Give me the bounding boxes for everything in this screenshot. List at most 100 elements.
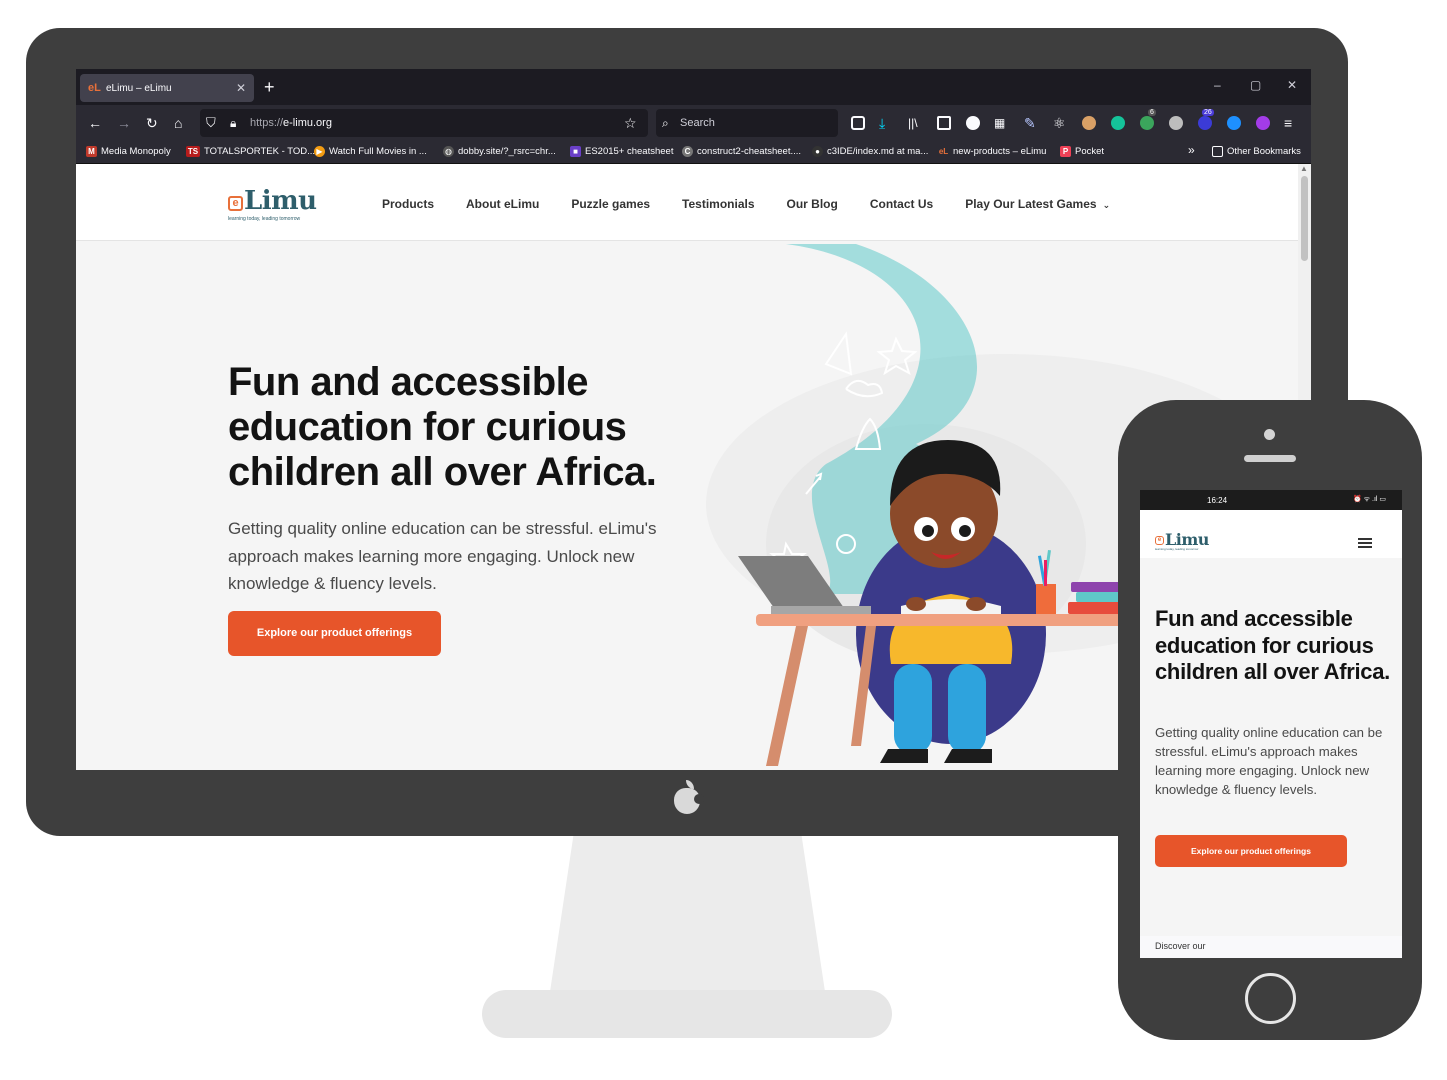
logo-e-mark: e: [1155, 536, 1164, 545]
sidebar-icon[interactable]: [937, 116, 951, 130]
pocket-icon: P: [1060, 146, 1071, 157]
bookmark-icon: TS: [186, 146, 200, 157]
nav-about[interactable]: About eLimu: [466, 197, 539, 211]
extension-face-icon[interactable]: [1082, 116, 1096, 130]
bookmark-totalsportek[interactable]: TS TOTALSPORTEK - TOD...: [186, 146, 315, 157]
nav-latest-games[interactable]: Play Our Latest Games ⌄: [965, 197, 1110, 211]
url-text[interactable]: https://e-limu.org: [250, 117, 332, 129]
grammarly-icon[interactable]: [1111, 116, 1125, 130]
status-icons: ⏰ ᯤ .ıl ▭: [1353, 496, 1386, 503]
downloads-icon[interactable]: ⤓: [879, 115, 885, 131]
apple-logo-bite: [694, 794, 704, 804]
globe-icon: ◍: [443, 146, 454, 157]
forward-arrow-icon[interactable]: →: [117, 115, 131, 131]
extension-badge: 6: [1148, 109, 1156, 116]
main-navigation: Products About eLimu Puzzle games Testim…: [382, 197, 1142, 211]
bookmark-media-monopoly[interactable]: M Media Monopoly: [86, 146, 171, 157]
discover-heading: Discover our: [1155, 941, 1206, 951]
search-placeholder: Search: [680, 117, 715, 129]
nav-puzzle-games[interactable]: Puzzle games: [571, 197, 650, 211]
search-bar[interactable]: ⌕ Search: [656, 109, 838, 137]
bookmark-dobby[interactable]: ◍ dobby.site/?_rsrc=chr...: [443, 146, 556, 157]
mobile-site-header: e Limu learning today, leading tomorrow: [1140, 510, 1402, 558]
extension-k-icon[interactable]: [1169, 116, 1183, 130]
scrollbar-thumb[interactable]: [1301, 176, 1308, 261]
extension-pen-icon[interactable]: ✎: [1024, 115, 1036, 131]
phone-status-bar: 16:24 ⏰ ᯤ .ıl ▭: [1140, 490, 1402, 510]
bookmark-new-products[interactable]: eL new-products – eLimu: [938, 146, 1047, 157]
padlock-icon[interactable]: 🔒︎: [230, 115, 236, 131]
other-bookmarks[interactable]: Other Bookmarks: [1212, 146, 1301, 157]
browser-tab-active[interactable]: eL eLimu – eLimu ✕: [80, 74, 254, 102]
nav-blog[interactable]: Our Blog: [787, 197, 838, 211]
bookmarks-overflow-chevron[interactable]: »: [1188, 143, 1195, 157]
tracking-shield-icon[interactable]: ⛉: [206, 115, 216, 131]
browser-tab-bar: eL eLimu – eLimu ✕ + – ▢ ✕: [76, 69, 1311, 105]
bookmark-icon: ▶: [314, 146, 325, 157]
close-window-button[interactable]: ✕: [1287, 78, 1297, 92]
extension-m-icon[interactable]: [966, 116, 980, 130]
device-mockup-composition: eL eLimu – eLimu ✕ + – ▢ ✕ ← → ↻ ⌂ ⛉ 🔒︎ …: [0, 0, 1447, 1080]
restore-window-button[interactable]: ▢: [1250, 78, 1261, 92]
extension-arrow-icon[interactable]: [1227, 116, 1241, 130]
bookmark-star-icon[interactable]: ☆: [624, 115, 637, 131]
bookmark-icon: ■: [570, 146, 581, 157]
explore-products-button[interactable]: Explore our product offerings: [228, 611, 441, 656]
browser-navigation-bar: ← → ↻ ⌂ ⛉ 🔒︎ https://e-limu.org ☆ ⌕ Sear…: [76, 105, 1311, 141]
extension-purple-icon[interactable]: [1198, 116, 1212, 130]
bookmark-icon: M: [86, 146, 97, 157]
new-tab-button[interactable]: +: [264, 77, 275, 97]
elimu-favicon-icon: eL: [88, 82, 101, 94]
tab-close-icon[interactable]: ✕: [236, 81, 246, 95]
site-header: e Limu learning today, leading tomorrow …: [76, 164, 1298, 241]
nav-testimonials[interactable]: Testimonials: [682, 197, 754, 211]
minimize-window-button[interactable]: –: [1214, 78, 1221, 92]
extension-grid-icon[interactable]: ▦: [994, 115, 1005, 131]
nav-products[interactable]: Products: [382, 197, 434, 211]
chevron-down-icon: ⌄: [1102, 200, 1111, 210]
github-icon: ●: [812, 146, 823, 157]
mobile-explore-products-button[interactable]: Explore our product offerings: [1155, 835, 1347, 867]
monitor-stand-base: [482, 990, 892, 1038]
elimu-logo[interactable]: e Limu learning today, leading tomorrow: [228, 186, 328, 222]
scroll-up-arrow-icon[interactable]: ▲: [1300, 164, 1308, 173]
home-icon[interactable]: ⌂: [174, 115, 182, 131]
bookmark-c3ide[interactable]: ● c3IDE/index.md at ma...: [812, 146, 928, 157]
extension-shield-icon[interactable]: [1140, 116, 1154, 130]
tab-title: eLimu – eLimu: [106, 82, 172, 94]
nav-latest-games-label: Play Our Latest Games: [965, 197, 1097, 211]
elimu-favicon-icon: eL: [938, 147, 949, 156]
mobile-hero-heading: Fun and accessible education for curious…: [1155, 606, 1390, 684]
extension-react-icon[interactable]: ⚛: [1053, 115, 1066, 131]
folder-icon: [1212, 146, 1223, 157]
nav-contact[interactable]: Contact Us: [870, 197, 933, 211]
pocket-icon[interactable]: [851, 116, 865, 130]
discover-section: Discover our: [1140, 936, 1402, 958]
status-time: 16:24: [1207, 496, 1228, 505]
library-icon[interactable]: ||\: [908, 115, 918, 131]
logo-tagline: learning today, leading tomorrow: [1155, 547, 1199, 551]
menu-hamburger-icon[interactable]: ≡: [1284, 115, 1292, 131]
reload-icon[interactable]: ↻: [146, 115, 158, 131]
bookmark-watch-movies[interactable]: ▶ Watch Full Movies in ...: [314, 146, 427, 157]
back-arrow-icon[interactable]: ←: [88, 115, 102, 131]
bookmark-icon: C: [682, 146, 693, 157]
mobile-elimu-logo[interactable]: e Limu learning today, leading tomorrow: [1155, 530, 1215, 552]
bookmark-es2015[interactable]: ■ ES2015+ cheatsheet: [570, 146, 673, 157]
phone-home-button[interactable]: [1245, 973, 1296, 1024]
logo-wordmark: Limu: [244, 186, 317, 216]
phone-screen: 16:24 ⏰ ᯤ .ıl ▭ e Limu learning today, l…: [1140, 490, 1402, 958]
extension-badge-count: 26: [1202, 109, 1214, 116]
phone-camera: [1264, 429, 1275, 440]
hero-heading: Fun and accessible education for curious…: [228, 360, 657, 494]
bookmark-pocket[interactable]: P Pocket: [1060, 146, 1104, 157]
hamburger-menu-icon[interactable]: [1358, 538, 1372, 548]
bookmark-construct2[interactable]: Cconstruct2-cheatsheet....: [682, 146, 801, 157]
search-icon: ⌕: [662, 116, 669, 130]
logo-e-mark: e: [228, 196, 243, 211]
logo-tagline: learning today, leading tomorrow: [228, 216, 301, 222]
url-bar[interactable]: ⛉ 🔒︎ https://e-limu.org ☆: [200, 109, 648, 137]
extension-hex-icon[interactable]: [1256, 116, 1270, 130]
bookmarks-toolbar: M Media Monopoly TS TOTALSPORTEK - TOD... …: [76, 141, 1311, 164]
phone-speaker: [1244, 455, 1296, 462]
